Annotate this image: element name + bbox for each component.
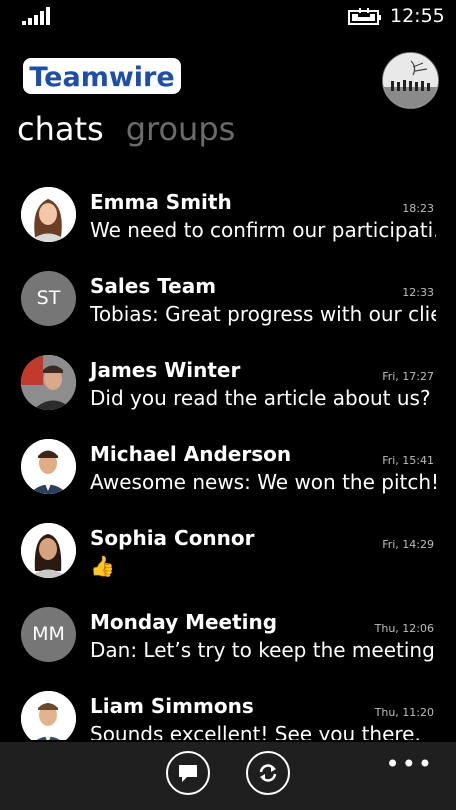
- tab-groups[interactable]: groups: [126, 110, 236, 148]
- chat-name: Monday Meeting: [90, 610, 278, 634]
- avatar: [21, 439, 76, 494]
- avatar: [21, 187, 76, 242]
- chat-item-monday-meeting[interactable]: MM Monday Meeting Thu, 12:06 Dan: Let’s …: [0, 590, 456, 674]
- battery-charging-icon: [348, 8, 381, 25]
- chat-item-liam-simmons[interactable]: Liam Simmons Thu, 11:20 Sounds excellent…: [0, 674, 456, 740]
- chat-preview: We need to confirm our participati...: [90, 218, 436, 242]
- tab-chats[interactable]: chats: [17, 110, 104, 148]
- more-options-button[interactable]: •••: [386, 750, 434, 778]
- chat-preview: Awesome news: We won the pitch!: [90, 470, 436, 494]
- chat-time: Fri, 17:27: [382, 370, 434, 383]
- chat-name: Sophia Connor: [90, 526, 255, 550]
- chat-name: Emma Smith: [90, 190, 232, 214]
- chat-name: Liam Simmons: [90, 694, 254, 718]
- chat-list: Emma Smith 18:23 We need to confirm our …: [0, 170, 456, 740]
- chat-item-sophia-connor[interactable]: Sophia Connor Fri, 14:29 👍: [0, 506, 456, 590]
- chat-time: Fri, 15:41: [382, 454, 434, 467]
- signal-icon: [22, 7, 50, 25]
- chat-time: Fri, 14:29: [382, 538, 434, 551]
- chat-time: 18:23: [402, 202, 434, 215]
- new-message-icon: [179, 765, 197, 782]
- avatar: [21, 523, 76, 578]
- sync-icon: [259, 764, 277, 782]
- avatar: MM: [21, 607, 76, 662]
- profile-avatar[interactable]: [382, 52, 439, 109]
- new-message-button[interactable]: [166, 751, 210, 795]
- teamwire-logo: Teamwire: [23, 58, 181, 94]
- chat-name: Sales Team: [90, 274, 217, 298]
- avatar: [21, 355, 76, 410]
- logo-text: Teamwire: [29, 62, 174, 93]
- chat-name: James Winter: [90, 358, 241, 382]
- avatar: ST: [21, 271, 76, 326]
- chat-item-emma-smith[interactable]: Emma Smith 18:23 We need to confirm our …: [0, 170, 456, 254]
- chat-preview: Did you read the article about us?: [90, 386, 431, 410]
- chat-item-james-winter[interactable]: James Winter Fri, 17:27 Did you read the…: [0, 338, 456, 422]
- chat-preview: Sounds excellent! See you there.: [90, 722, 421, 740]
- sync-button[interactable]: [246, 751, 290, 795]
- clock: 12:55: [390, 5, 445, 27]
- chat-time: Thu, 11:20: [374, 706, 434, 719]
- chat-preview: Tobias: Great progress with our client: [90, 302, 436, 326]
- chat-name: Michael Anderson: [90, 442, 292, 466]
- chat-item-sales-team[interactable]: ST Sales Team 12:33 Tobias: Great progre…: [0, 254, 456, 338]
- status-bar: 12:55: [0, 0, 456, 34]
- chat-time: Thu, 12:06: [374, 622, 434, 635]
- pivot-tabs: chats groups: [17, 110, 257, 148]
- chat-item-michael-anderson[interactable]: Michael Anderson Fri, 15:41 Awesome news…: [0, 422, 456, 506]
- chat-preview: Dan: Let’s try to keep the meeting ...: [90, 638, 436, 662]
- chat-time: 12:33: [402, 286, 434, 299]
- thumbs-up-icon: 👍: [90, 554, 115, 578]
- avatar: [21, 691, 76, 740]
- app-bar: •••: [0, 742, 456, 810]
